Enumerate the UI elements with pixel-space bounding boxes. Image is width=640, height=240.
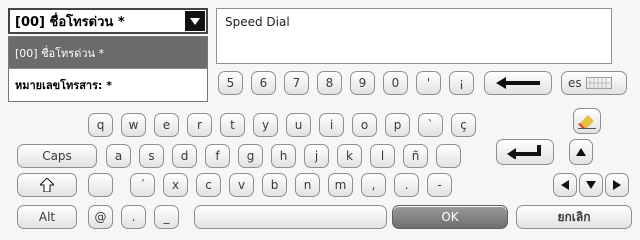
arrow-down-key[interactable]: [579, 173, 603, 197]
key-6[interactable]: 6: [251, 71, 276, 95]
key-5[interactable]: 5: [218, 71, 243, 95]
key-b[interactable]: b: [262, 173, 287, 197]
backspace-key[interactable]: [484, 71, 552, 95]
key-comma[interactable]: ,: [361, 173, 386, 197]
key-y[interactable]: y: [253, 113, 278, 137]
key-d[interactable]: d: [172, 144, 197, 168]
speed-dial-dropdown[interactable]: [00] ชื่อโทรด่วน *: [8, 8, 208, 34]
eraser-key[interactable]: [573, 108, 601, 134]
key-v[interactable]: v: [229, 173, 254, 197]
arrow-right-key[interactable]: [605, 173, 629, 197]
key-q[interactable]: q: [88, 113, 113, 137]
space-bar[interactable]: [194, 205, 387, 229]
arrow-right-icon: [613, 180, 621, 190]
enter-key[interactable]: [496, 139, 554, 165]
key-t[interactable]: t: [220, 113, 245, 137]
language-label: es: [568, 76, 582, 90]
key-period[interactable]: .: [394, 173, 419, 197]
key-inverted-exclamation[interactable]: ¡: [449, 71, 474, 95]
dropdown-option-fax-number[interactable]: หมายเลขโทรสาร: *: [9, 69, 207, 101]
eraser-icon: [578, 113, 596, 129]
key-acute[interactable]: ´: [130, 173, 155, 197]
enter-arrow-icon: [507, 145, 543, 159]
key-u[interactable]: u: [286, 113, 311, 137]
arrow-left-key[interactable]: [553, 173, 577, 197]
dropdown-menu: [00] ชื่อโทรด่วน * หมายเลขโทรสาร: *: [8, 36, 208, 102]
shift-icon: [40, 178, 54, 192]
key-a[interactable]: a: [106, 144, 131, 168]
arrow-left-icon: [561, 180, 569, 190]
key-8[interactable]: 8: [317, 71, 342, 95]
key-c-cedilla[interactable]: ç: [451, 113, 476, 137]
ok-button[interactable]: OK: [392, 205, 508, 229]
key-7[interactable]: 7: [284, 71, 309, 95]
arrow-up-key[interactable]: [569, 139, 593, 165]
key-o[interactable]: o: [352, 113, 377, 137]
key-x[interactable]: x: [163, 173, 188, 197]
dropdown-selected-label: [00] ชื่อโทรด่วน *: [15, 14, 125, 30]
key-9[interactable]: 9: [350, 71, 375, 95]
alt-key[interactable]: Alt: [17, 205, 77, 229]
key-dot[interactable]: .: [121, 205, 146, 229]
key-g[interactable]: g: [238, 144, 263, 168]
key-e[interactable]: e: [154, 113, 179, 137]
key-c[interactable]: c: [196, 173, 221, 197]
key-apostrophe[interactable]: ': [416, 71, 441, 95]
language-key[interactable]: es: [561, 71, 627, 95]
key-p[interactable]: p: [385, 113, 410, 137]
key-blank-2[interactable]: [88, 173, 113, 197]
key-m[interactable]: m: [328, 173, 353, 197]
chevron-down-icon[interactable]: [185, 11, 205, 31]
key-underscore[interactable]: _: [154, 205, 179, 229]
left-arrow-icon: [496, 77, 540, 89]
caps-key[interactable]: Caps: [17, 144, 97, 168]
arrow-down-icon: [586, 181, 596, 189]
key-k[interactable]: k: [337, 144, 362, 168]
key-j[interactable]: j: [304, 144, 329, 168]
text-entry-value: Speed Dial: [225, 15, 290, 29]
key-grave[interactable]: `: [418, 113, 443, 137]
key-i[interactable]: i: [319, 113, 344, 137]
dropdown-option-speed-dial-name[interactable]: [00] ชื่อโทรด่วน *: [9, 37, 207, 69]
key-blank[interactable]: [436, 144, 461, 168]
key-n[interactable]: n: [295, 173, 320, 197]
key-w[interactable]: w: [121, 113, 146, 137]
key-hyphen[interactable]: -: [427, 173, 452, 197]
text-entry-field[interactable]: Speed Dial: [216, 8, 612, 64]
key-f[interactable]: f: [205, 144, 230, 168]
key-l[interactable]: l: [370, 144, 395, 168]
key-s[interactable]: s: [139, 144, 164, 168]
key-h[interactable]: h: [271, 144, 296, 168]
key-n-tilde[interactable]: ñ: [403, 144, 428, 168]
key-0[interactable]: 0: [383, 71, 408, 95]
arrow-up-icon: [576, 148, 586, 156]
keyboard-icon: [585, 77, 612, 89]
shift-key[interactable]: [17, 173, 77, 197]
cancel-button[interactable]: ยกเลิก: [516, 205, 632, 229]
key-at[interactable]: @: [88, 205, 113, 229]
key-r[interactable]: r: [187, 113, 212, 137]
